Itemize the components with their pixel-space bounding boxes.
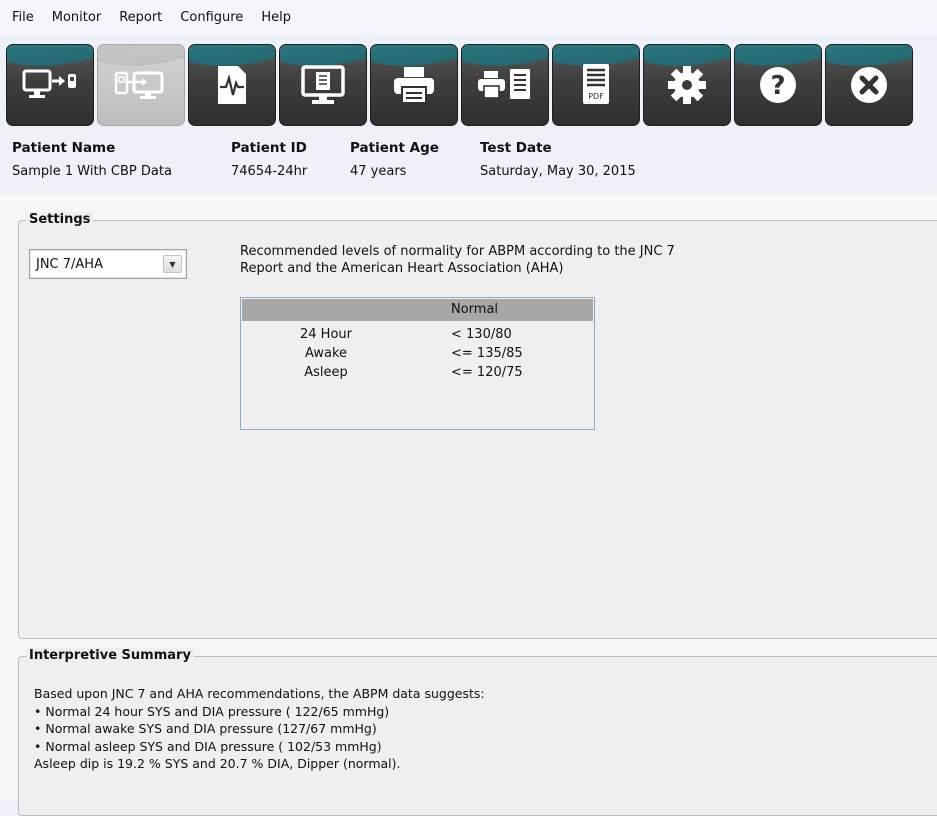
device-transfer-icon: [114, 71, 164, 99]
summary-line: • Normal awake SYS and DIA pressure (127…: [34, 721, 377, 736]
summary-line: Asleep dip is 19.2 % SYS and 20.7 % DIA,…: [34, 756, 401, 771]
normal-column-header: Normal: [451, 302, 499, 317]
waveform-report-button[interactable]: [188, 44, 276, 126]
patient-header-labels: Patient Name Patient ID Patient Age Test…: [0, 140, 937, 160]
interpretive-summary-group: Interpretive Summary Based upon JNC 7 an…: [18, 648, 937, 816]
toolbar: PDF ?: [6, 44, 913, 126]
transfer-device-button[interactable]: [97, 44, 185, 126]
description-line-1: Recommended levels of normality for ABPM…: [240, 244, 675, 259]
row-label: 24 Hour: [300, 327, 352, 342]
patient-age-label: Patient Age: [350, 140, 439, 156]
settings-legend: Settings: [26, 212, 94, 227]
menu-configure[interactable]: Configure: [171, 10, 252, 25]
close-icon: [851, 67, 887, 103]
summary-line: • Normal asleep SYS and DIA pressure ( 1…: [34, 738, 382, 754]
table-row: Awake <= 135/85: [241, 346, 596, 364]
row-value: < 130/80: [451, 327, 512, 342]
print-button[interactable]: [370, 44, 458, 126]
svg-text:PDF: PDF: [588, 92, 604, 101]
patient-id-label: Patient ID: [231, 140, 307, 156]
exit-button[interactable]: [825, 44, 913, 126]
help-button[interactable]: ?: [734, 44, 822, 126]
test-date-value: Saturday, May 30, 2015: [480, 164, 636, 179]
print-pages-button[interactable]: [461, 44, 549, 126]
row-label: Asleep: [304, 365, 348, 380]
test-date-label: Test Date: [480, 140, 552, 156]
chevron-down-icon[interactable]: ▼: [163, 255, 182, 273]
monitor-document-icon: [301, 65, 345, 104]
settings-group: Settings JNC 7/AHA ▼ Recommended levels …: [18, 212, 937, 639]
table-row: 24 Hour < 130/80: [241, 327, 596, 345]
settings-button[interactable]: [643, 44, 731, 126]
monitor-download-icon: [22, 69, 76, 98]
standard-select[interactable]: JNC 7/AHA ▼: [29, 249, 187, 279]
row-value: <= 120/75: [451, 365, 523, 380]
patient-header-values: Sample 1 With CBP Data 74654-24hr 47 yea…: [0, 164, 937, 184]
pdf-icon: PDF: [583, 64, 609, 104]
summary-legend: Interpretive Summary: [26, 648, 194, 663]
menu-monitor[interactable]: Monitor: [43, 10, 110, 25]
help-icon: ?: [760, 67, 796, 103]
waveform-report-icon: [218, 66, 246, 104]
normality-table-header: Normal: [242, 299, 593, 321]
menu-help[interactable]: Help: [252, 10, 300, 25]
menu-file[interactable]: File: [0, 10, 43, 25]
table-row: Asleep <= 120/75: [241, 365, 596, 383]
patient-age-value: 47 years: [350, 164, 407, 179]
standard-description: Recommended levels of normality for ABPM…: [240, 243, 760, 277]
row-value: <= 135/85: [451, 346, 523, 361]
download-from-monitor-button[interactable]: [6, 44, 94, 126]
normality-table: Normal 24 Hour < 130/80 Awake <= 135/85 …: [240, 297, 595, 430]
description-line-2: Report and the American Heart Associatio…: [240, 261, 564, 276]
pdf-export-button[interactable]: PDF: [552, 44, 640, 126]
menu-bar: File Monitor Report Configure Help: [0, 0, 937, 34]
patient-id-value: 74654-24hr: [231, 164, 308, 179]
gear-icon: [668, 66, 706, 104]
view-report-button[interactable]: [279, 44, 367, 126]
print-pages-icon: [478, 69, 530, 99]
patient-name-value: Sample 1 With CBP Data: [12, 164, 172, 179]
standard-select-value: JNC 7/AHA: [36, 256, 103, 272]
summary-line: Based upon JNC 7 and AHA recommendations…: [34, 686, 485, 701]
row-label: Awake: [304, 346, 348, 361]
patient-name-label: Patient Name: [12, 140, 116, 156]
printer-icon: [394, 67, 434, 104]
svg-text:?: ?: [770, 71, 785, 101]
menu-report[interactable]: Report: [110, 10, 171, 25]
summary-line: • Normal 24 hour SYS and DIA pressure ( …: [34, 703, 390, 719]
summary-text: Based upon JNC 7 and AHA recommendations…: [34, 685, 485, 773]
